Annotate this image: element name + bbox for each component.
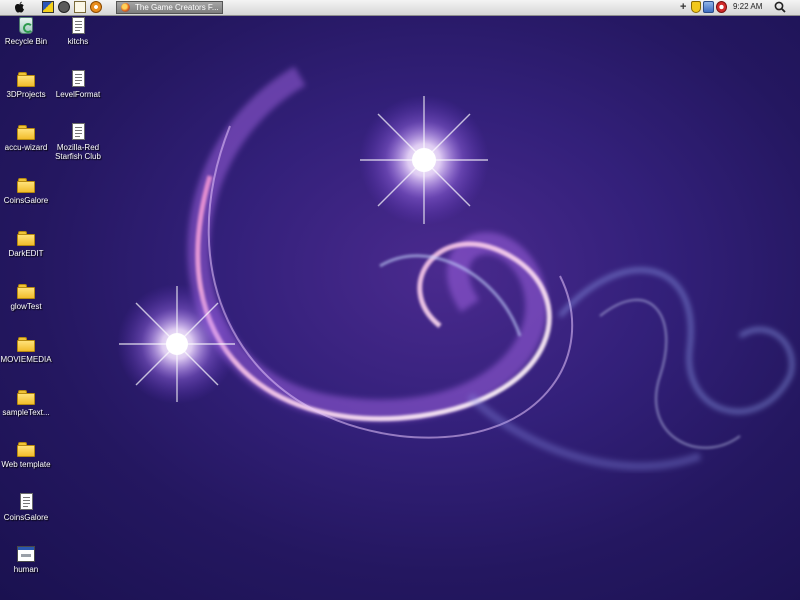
desktop-icon-recycle-bin[interactable]: Recycle Bin bbox=[0, 17, 54, 46]
cat-app-icon[interactable] bbox=[58, 1, 70, 13]
application-icon bbox=[17, 546, 35, 562]
shield-icon[interactable] bbox=[691, 1, 701, 13]
desktop-icon-sampletext[interactable]: sampleText... bbox=[0, 390, 54, 417]
light-flare-left bbox=[117, 284, 237, 404]
folder-icon bbox=[17, 72, 35, 87]
desktop-icon-label: CoinsGalore bbox=[3, 196, 49, 205]
desktop-icon-label: DarkEDIT bbox=[8, 249, 44, 258]
text-document-icon bbox=[71, 123, 85, 140]
clock[interactable]: 9:22 AM bbox=[733, 0, 762, 14]
desktop-icon-label: LevelFormat bbox=[55, 90, 101, 99]
desktop-icon-coinsgalore-file[interactable]: CoinsGalore bbox=[0, 493, 54, 522]
notepad-icon[interactable] bbox=[74, 1, 86, 13]
desktop-icon-web-template[interactable]: Web template bbox=[0, 442, 54, 469]
folder-icon bbox=[17, 390, 35, 405]
desktop-icon-label: kitchs bbox=[67, 37, 89, 46]
top-menubar: The Game Creators F... + 9:22 AM bbox=[0, 0, 800, 16]
search-icon[interactable] bbox=[774, 1, 786, 13]
desktop-icon-label: sampleText... bbox=[2, 408, 50, 417]
desktop-icon-accu-wizard[interactable]: accu-wizard bbox=[0, 125, 54, 152]
swirl-graphic bbox=[187, 66, 794, 471]
apple-logo-icon[interactable] bbox=[14, 1, 25, 13]
firefox-icon bbox=[121, 3, 130, 12]
folder-icon bbox=[17, 442, 35, 457]
taskbar-window-title: The Game Creators F... bbox=[135, 3, 219, 12]
desktop-icon-label: Recycle Bin bbox=[4, 37, 48, 46]
desktop-icon-label: MOVIEMEDIA bbox=[0, 355, 52, 364]
desktop-icon-label: 3DProjects bbox=[6, 90, 46, 99]
desktop-icon-mozilla-red-starfish-club[interactable]: Mozilla-Red Starfish Club bbox=[50, 123, 106, 161]
tray-expand-button[interactable]: + bbox=[680, 0, 686, 14]
desktop-icon-label: CoinsGalore bbox=[3, 513, 49, 522]
alert-icon[interactable] bbox=[716, 1, 727, 13]
folder-icon bbox=[17, 231, 35, 246]
text-document-icon bbox=[71, 70, 85, 87]
desktop-icon-darkedit[interactable]: DarkEDIT bbox=[0, 231, 54, 258]
desktop-icon-label: human bbox=[13, 565, 39, 574]
folder-icon bbox=[17, 125, 35, 140]
folder-icon bbox=[17, 284, 35, 299]
desktop-icon-glowtest[interactable]: glowTest bbox=[0, 284, 54, 311]
show-desktop-icon[interactable] bbox=[42, 1, 54, 13]
folder-icon bbox=[17, 178, 35, 193]
desktop-icon-label: glowTest bbox=[10, 302, 42, 311]
text-document-icon bbox=[71, 17, 85, 34]
desktop-icon-moviemedia[interactable]: MOVIEMEDIA bbox=[0, 337, 54, 364]
network-icon[interactable] bbox=[703, 1, 714, 13]
light-flare-top bbox=[359, 95, 489, 225]
desktop-wallpaper bbox=[117, 66, 794, 471]
taskbar-window-button[interactable]: The Game Creators F... bbox=[116, 1, 223, 14]
desktop-icon-levelformat[interactable]: LevelFormat bbox=[50, 70, 106, 99]
recycle-bin-icon bbox=[19, 17, 33, 34]
desktop-icon-label: Mozilla-Red Starfish Club bbox=[55, 143, 101, 161]
desktop-icon-3dprojects[interactable]: 3DProjects bbox=[0, 72, 54, 99]
folder-icon bbox=[17, 337, 35, 352]
desktop-icon-kitchs[interactable]: kitchs bbox=[50, 17, 106, 46]
blender-icon[interactable] bbox=[90, 1, 102, 13]
desktop-icon-label: Web template bbox=[1, 460, 51, 469]
desktop-icon-coinsgalore-folder[interactable]: CoinsGalore bbox=[0, 178, 54, 205]
desktop-icon-human[interactable]: human bbox=[0, 546, 54, 574]
desktop-icon-label: accu-wizard bbox=[4, 143, 48, 152]
text-document-icon bbox=[19, 493, 33, 510]
